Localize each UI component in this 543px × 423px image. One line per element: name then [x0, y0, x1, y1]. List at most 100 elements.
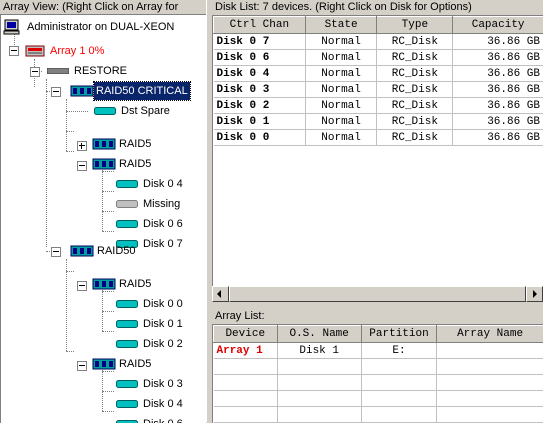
- disk-id: Disk 0 6: [214, 50, 306, 66]
- tree-line: [102, 311, 114, 312]
- empty-row: [214, 359, 543, 375]
- tree-disk-label: Disk 0 4: [141, 175, 185, 193]
- disk-icon: [116, 180, 138, 188]
- table-row[interactable]: Disk 0 2 Normal RC_Disk 36.86 GB: [214, 98, 543, 114]
- tree-line: [102, 291, 114, 292]
- disk-capacity: 36.86 GB: [453, 98, 543, 114]
- tree-disk-label: Disk 0 2: [141, 335, 185, 353]
- disk-list[interactable]: Ctrl Chan State Type Capacity Disk 0 7 N…: [212, 15, 543, 287]
- array-table-header: Device O.S. Name Partition Array Name: [214, 326, 543, 343]
- tree-line: [66, 259, 67, 351]
- disk-type: RC_Disk: [377, 34, 453, 50]
- scroll-thumb[interactable]: [229, 286, 526, 302]
- disk-capacity: 36.86 GB: [453, 130, 543, 146]
- collapse-toggle[interactable]: [30, 67, 40, 77]
- disk-type: RC_Disk: [377, 66, 453, 82]
- tree-line: [102, 331, 114, 332]
- tree-line: [102, 411, 114, 412]
- tree-line: [66, 111, 88, 112]
- scroll-right-icon[interactable]: [526, 286, 543, 302]
- disk-type: RC_Disk: [377, 82, 453, 98]
- collapse-toggle[interactable]: [51, 247, 61, 257]
- disk-icon: [116, 380, 138, 388]
- disk-id: Disk 0 4: [214, 66, 306, 82]
- collapse-toggle[interactable]: [77, 281, 87, 291]
- tree-line: [102, 191, 114, 192]
- tree-line: [102, 231, 114, 232]
- table-row[interactable]: Array 1 Disk 1 E:: [214, 343, 543, 359]
- disk-id: Disk 0 2: [214, 98, 306, 114]
- disk-icon: [116, 400, 138, 408]
- col-header-capacity[interactable]: Capacity: [453, 17, 543, 34]
- tree-raid5-a-label: RAID5: [117, 135, 153, 153]
- col-header-os-name[interactable]: O.S. Name: [277, 326, 361, 343]
- computer-icon: [3, 19, 21, 35]
- tree-line: [46, 79, 47, 247]
- disk-table-header: Ctrl Chan State Type Capacity: [214, 17, 543, 34]
- col-header-array-name[interactable]: Array Name: [437, 326, 543, 343]
- col-header-state[interactable]: State: [305, 17, 377, 34]
- disk-state: Normal: [305, 114, 377, 130]
- disk-type: RC_Disk: [377, 98, 453, 114]
- empty-row: [214, 375, 543, 391]
- array-tree[interactable]: Administrator on DUAL-XEON Array 1 0% RE…: [0, 14, 206, 423]
- scroll-left-icon[interactable]: [212, 286, 229, 302]
- table-row[interactable]: Disk 0 7 Normal RC_Disk 36.86 GB: [214, 34, 543, 50]
- collapse-toggle[interactable]: [77, 161, 87, 171]
- disk-capacity: 36.86 GB: [453, 114, 543, 130]
- tree-raid50-critical-label: RAID50 CRITICAL: [94, 82, 190, 100]
- disk-type: RC_Disk: [377, 130, 453, 146]
- tree-disk-label: Disk 0 0: [141, 295, 185, 313]
- expand-toggle[interactable]: [77, 141, 87, 151]
- disk-state: Normal: [305, 98, 377, 114]
- tree-dst-spare-label: Dst Spare: [119, 102, 172, 120]
- array-table: Device O.S. Name Partition Array Name Ar…: [213, 325, 543, 423]
- empty-row: [214, 391, 543, 407]
- tree-line: [102, 211, 114, 212]
- tree-line: [66, 131, 74, 132]
- array-partition: E:: [361, 343, 436, 359]
- raid-group-icon: [92, 278, 116, 290]
- tree-disk-label: Disk 0 1: [141, 315, 185, 333]
- table-row[interactable]: Disk 0 4 Normal RC_Disk 36.86 GB: [214, 66, 543, 82]
- array-device: Array 1: [214, 343, 278, 359]
- disk-icon: [116, 340, 138, 348]
- col-header-device[interactable]: Device: [214, 326, 278, 343]
- disk-list-scrollbar[interactable]: [212, 286, 543, 302]
- tree-restore-label: RESTORE: [72, 62, 129, 80]
- table-row[interactable]: Disk 0 6 Normal RC_Disk 36.86 GB: [214, 50, 543, 66]
- collapse-toggle[interactable]: [77, 361, 87, 371]
- disk-capacity: 36.86 GB: [453, 82, 543, 98]
- disk-capacity: 36.86 GB: [453, 34, 543, 50]
- raid-group-icon: [92, 138, 116, 150]
- col-header-partition[interactable]: Partition: [361, 326, 436, 343]
- tree-disk-label: Disk 0 4: [141, 395, 185, 413]
- disk-state: Normal: [305, 66, 377, 82]
- array-list[interactable]: Device O.S. Name Partition Array Name Ar…: [212, 324, 543, 423]
- table-row[interactable]: Disk 0 0 Normal RC_Disk 36.86 GB: [214, 130, 543, 146]
- disk-state: Normal: [305, 130, 377, 146]
- disk-state: Normal: [305, 50, 377, 66]
- disk-type: RC_Disk: [377, 114, 453, 130]
- collapse-toggle[interactable]: [9, 46, 19, 56]
- disk-id: Disk 0 0: [214, 130, 306, 146]
- tree-line: [102, 391, 114, 392]
- table-row[interactable]: Disk 0 3 Normal RC_Disk 36.86 GB: [214, 82, 543, 98]
- disk-icon: [94, 107, 116, 115]
- col-header-type[interactable]: Type: [377, 17, 453, 34]
- tree-line: [102, 371, 114, 372]
- disk-icon: [116, 320, 138, 328]
- raid-group-icon: [92, 358, 116, 370]
- tree-raid50-label: RAID50: [95, 242, 138, 260]
- table-row[interactable]: Disk 0 1 Normal RC_Disk 36.86 GB: [214, 114, 543, 130]
- disk-id: Disk 0 1: [214, 114, 306, 130]
- array-name: [437, 343, 543, 359]
- disk-table: Ctrl Chan State Type Capacity Disk 0 7 N…: [213, 16, 543, 146]
- tree-missing-label: Missing: [141, 195, 182, 213]
- horizontal-splitter[interactable]: [212, 302, 543, 309]
- col-header-ctrl-chan[interactable]: Ctrl Chan: [214, 17, 306, 34]
- tree-raid5-d-label: RAID5: [117, 355, 153, 373]
- disk-capacity: 36.86 GB: [453, 50, 543, 66]
- collapse-toggle[interactable]: [51, 87, 61, 97]
- tree-line: [66, 99, 67, 151]
